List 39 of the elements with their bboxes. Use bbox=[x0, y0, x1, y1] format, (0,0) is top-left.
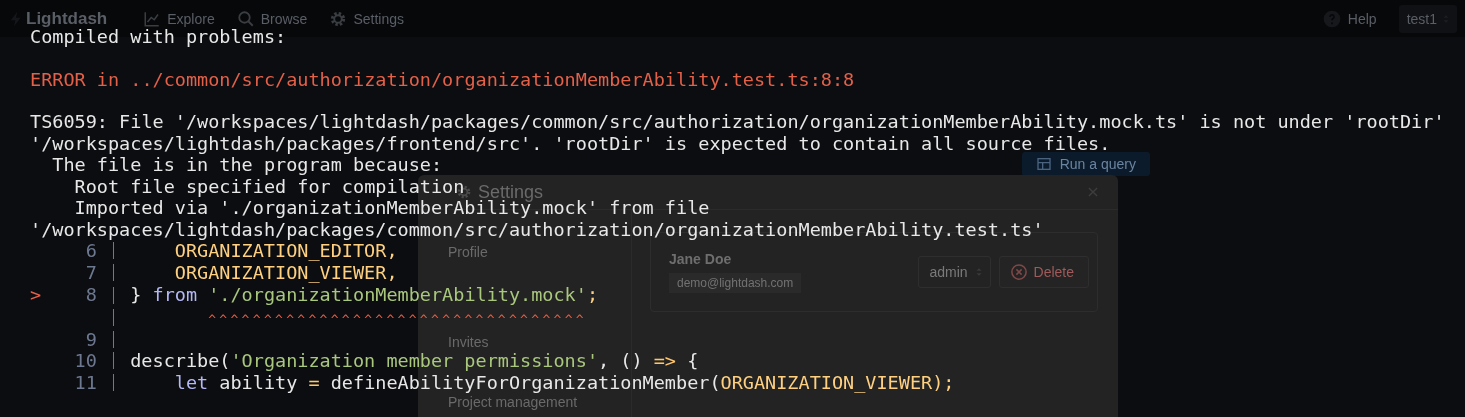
x-circle-icon bbox=[1009, 263, 1028, 281]
close-icon bbox=[1086, 185, 1100, 199]
line-number: 9 bbox=[85, 328, 97, 350]
error-marker: > bbox=[30, 284, 42, 306]
search-icon bbox=[236, 9, 255, 28]
project-select[interactable]: test1 bbox=[1398, 4, 1457, 33]
nav-link[interactable]: Settings bbox=[329, 9, 404, 28]
error-message-line: Root file specified for compilation bbox=[73, 175, 465, 197]
code-line: describe('Organization member permissions', () => { bbox=[130, 350, 699, 372]
code-line: } from './organizationMemberAbility.mock'; bbox=[130, 284, 599, 306]
error-message-line: The file is in the program because: bbox=[51, 154, 443, 176]
code-line: ORGANIZATION_VIEWER, bbox=[174, 261, 398, 283]
error-underline: ^^^^^^^^^^^^^^^^^^^^^^^^^^^^^^^^^^ bbox=[208, 312, 587, 327]
error-message-line: TS6059: File '/workspaces/lightdash/packages/common/src/authorization/organizationMemberAbility.mock.ts' is not under 'rootDir' bbox=[30, 111, 1445, 133]
settings-menu-item[interactable]: Profile bbox=[436, 237, 609, 267]
line-number: 6 bbox=[85, 240, 97, 262]
error-message-line: '/workspaces/lightdash/packages/common/src/authorization/organizationMemberAbility.test.ts' bbox=[30, 218, 1044, 240]
error-heading: ERROR in ../common/src/authorization/organizationMemberAbility.test.ts:8:8 bbox=[30, 68, 855, 90]
nav-link[interactable]: Browse bbox=[236, 9, 308, 28]
dialog-title: Settings bbox=[478, 181, 544, 202]
member-email-tag: demo@lightdash.com bbox=[669, 273, 802, 293]
nav-link[interactable]: Explore bbox=[143, 9, 215, 28]
line-number: 7 bbox=[85, 261, 97, 283]
line-number: 8 bbox=[85, 284, 97, 306]
delete-button[interactable]: Delete bbox=[998, 256, 1089, 288]
error-message-line: '/workspaces/lightdash/packages/frontend/src'. 'rootDir' is expected to contain all source files. bbox=[30, 132, 1111, 154]
brand-logo-text[interactable]: Lightdash bbox=[26, 8, 108, 29]
member-name: Jane Doe bbox=[669, 251, 733, 267]
code-line: ORGANIZATION_EDITOR, bbox=[174, 240, 398, 262]
role-select[interactable]: admin bbox=[918, 256, 991, 288]
line-number: 10 bbox=[74, 350, 97, 372]
chart-icon bbox=[143, 9, 162, 28]
overlay-title: Compiled with problems: bbox=[30, 26, 287, 48]
help-link[interactable]: Help bbox=[1321, 8, 1377, 29]
line-number: 11 bbox=[74, 371, 97, 393]
run-query-button[interactable]: Run a query bbox=[1021, 152, 1150, 176]
code-line: let ability = defineAbilityForOrganizationMember(ORGANIZATION_VIEWER); bbox=[174, 371, 955, 393]
table-icon bbox=[1035, 156, 1052, 172]
settings-icon bbox=[329, 9, 348, 28]
